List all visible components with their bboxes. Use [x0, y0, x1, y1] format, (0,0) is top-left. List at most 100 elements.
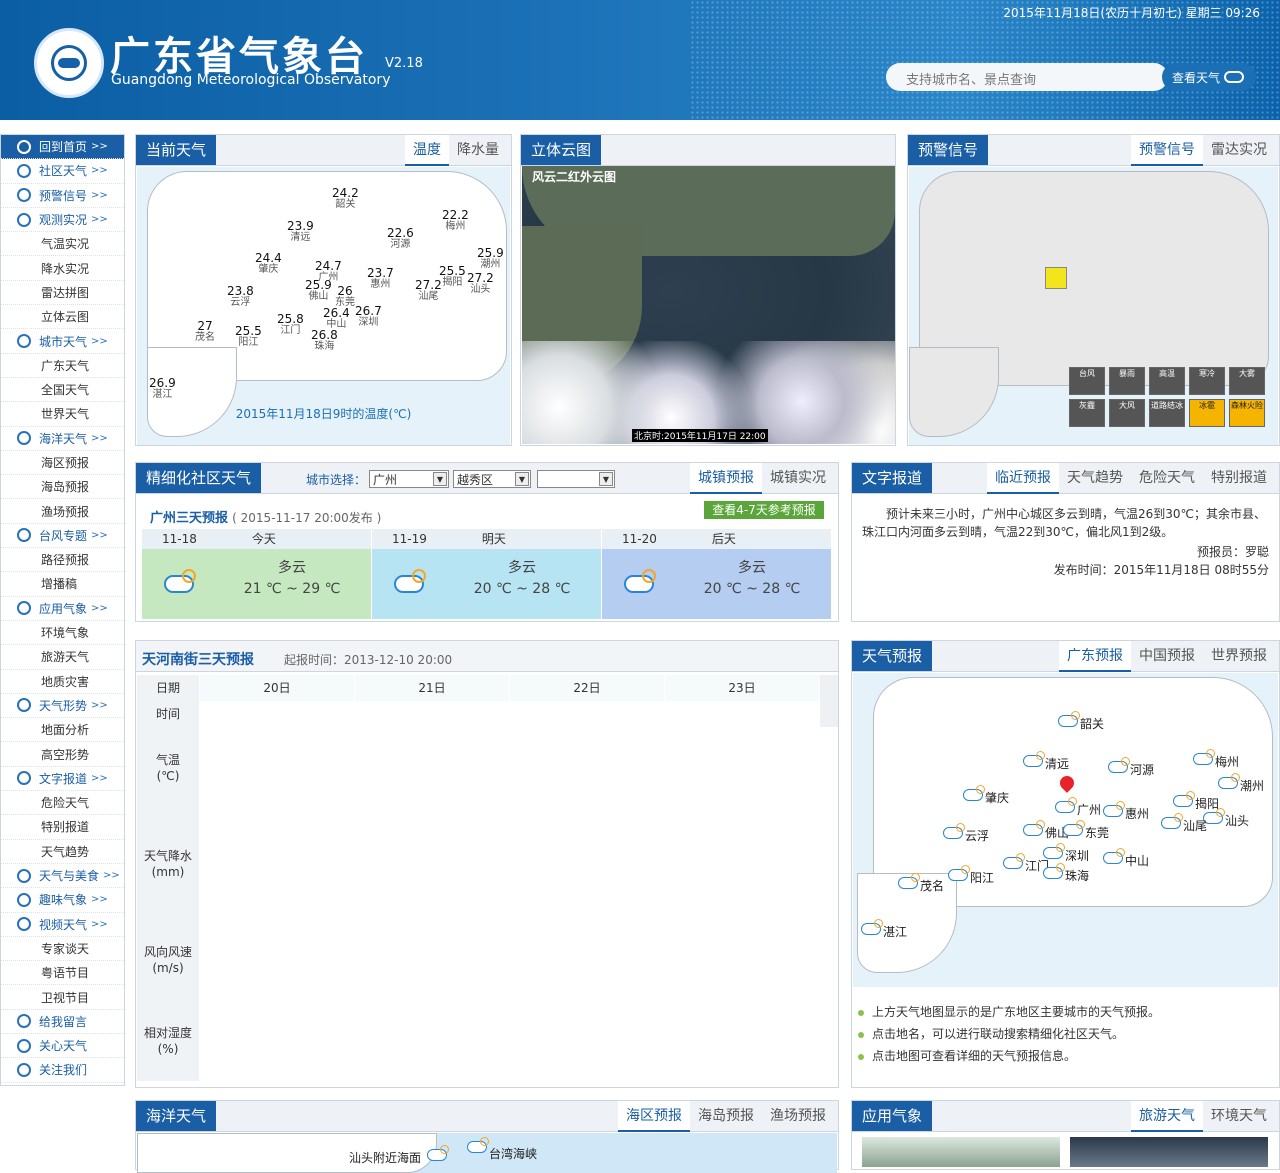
ocean-map[interactable]: 汕头附近海面 台湾海峡 — [137, 1133, 837, 1173]
district-select[interactable]: 越秀区 ▼ — [453, 470, 531, 488]
tab[interactable]: 环境天气 — [1203, 1101, 1275, 1132]
sidebar-item[interactable]: 海岛预报 — [1, 475, 124, 500]
warning-signal-icon[interactable]: 灰霾 — [1069, 399, 1105, 427]
search-input[interactable]: 支持城市名、景点查询 — [886, 63, 1168, 91]
observatory-logo-icon[interactable] — [34, 28, 104, 98]
city-label[interactable]: 云浮 — [965, 827, 989, 844]
sidebar-item[interactable]: 观测实况 >> — [1, 208, 124, 233]
sidebar-item[interactable]: 降水实况 — [1, 256, 124, 281]
province-forecast-map[interactable]: 韶关 清远 河源 梅州 潮州 肇庆 广州 惠州 揭阳 汕头 汕尾 云浮 佛山 东莞 中山 深圳 江门 珠海 茂名 阳江… — [853, 673, 1278, 987]
tab[interactable]: 特别报道 — [1203, 463, 1275, 494]
city-label[interactable]: 东莞 — [1085, 824, 1109, 841]
sidebar-item[interactable]: 全国天气 — [1, 378, 124, 403]
sidebar-item[interactable]: 专家谈天 — [1, 937, 124, 962]
city-label[interactable]: 潮州 — [1240, 777, 1264, 794]
tab[interactable]: 降水量 — [449, 135, 507, 166]
tab[interactable]: 雷达实况 — [1203, 135, 1275, 166]
station-reading[interactable]: 25.9 佛山 — [305, 279, 332, 303]
city-label[interactable]: 梅州 — [1215, 753, 1239, 770]
city-label[interactable]: 茂名 — [920, 877, 944, 894]
sidebar-item[interactable]: 天气形势 >> — [1, 694, 124, 719]
tab[interactable]: 海区预报 — [618, 1101, 690, 1132]
sidebar-item[interactable]: 地质灾害 — [1, 670, 124, 694]
sidebar-item[interactable]: 应用气象 >> — [1, 597, 124, 621]
city-label[interactable]: 韶关 — [1080, 715, 1104, 732]
station-reading[interactable]: 24.2 韶关 — [332, 187, 359, 211]
warning-signal-icon[interactable]: 暴雨 — [1109, 367, 1145, 395]
sidebar-item[interactable]: 海洋天气 >> — [1, 427, 124, 451]
sidebar-item[interactable]: 预警信号 >> — [1, 184, 124, 208]
tab[interactable]: 渔场预报 — [762, 1101, 834, 1132]
warning-signal-icon[interactable]: 大风 — [1109, 399, 1145, 427]
station-reading[interactable]: 26.9 湛江 — [149, 377, 176, 401]
sidebar-item[interactable]: 旅游天气 — [1, 645, 124, 670]
tab[interactable]: 天气趋势 — [1059, 463, 1131, 494]
tab[interactable]: 广东预报 — [1059, 641, 1131, 672]
tab[interactable]: 海岛预报 — [690, 1101, 762, 1132]
sidebar-item[interactable]: 地面分析 — [1, 718, 124, 743]
sidebar-item[interactable]: 文字报道 >> — [1, 767, 124, 792]
city-label[interactable]: 广州 — [1077, 801, 1101, 818]
sidebar-item[interactable]: 危险天气 — [1, 791, 124, 816]
table-scroll-area[interactable] — [820, 675, 838, 727]
city-label[interactable]: 汕头 — [1225, 812, 1249, 829]
station-reading[interactable]: 25.5 揭阳 — [439, 265, 466, 289]
more-forecast-button[interactable]: 查看4-7天参考预报 — [704, 501, 824, 519]
warning-signal-icon[interactable]: 大雾 — [1229, 367, 1265, 395]
station-reading[interactable]: 25.5 阳江 — [235, 325, 262, 349]
tab[interactable]: 城镇实况 — [762, 463, 834, 494]
station-reading[interactable]: 23.8 云浮 — [227, 285, 254, 309]
city-label[interactable]: 阳江 — [970, 869, 994, 886]
sidebar-item[interactable]: 社区天气 >> — [1, 159, 124, 184]
sidebar-item[interactable]: 海区预报 — [1, 451, 124, 476]
forecast-day[interactable]: 11-19 明天 多云 20 ℃ ~ 28 ℃ — [372, 529, 601, 619]
warning-signal-icon[interactable]: 台风 — [1069, 367, 1105, 395]
sidebar-item[interactable]: 给我留言 — [1, 1010, 124, 1034]
city-label[interactable]: 肇庆 — [985, 789, 1009, 806]
station-reading[interactable]: 24.4 肇庆 — [255, 252, 282, 276]
temperature-map[interactable]: 24.2 韶关 23.9 清远 22.6 河源 22.2 梅州 25.9 潮州 24.4 肇庆 24.7… — [137, 167, 510, 445]
sidebar-item[interactable]: 视频天气 >> — [1, 913, 124, 937]
sidebar-item[interactable]: 城市天气 >> — [1, 329, 124, 354]
sidebar-item[interactable]: 天气与美食 >> — [1, 864, 124, 889]
forecast-day[interactable]: 11-20 后天 多云 20 ℃ ~ 28 ℃ — [602, 529, 831, 619]
sidebar-item[interactable]: 广东天气 — [1, 354, 124, 378]
forecast-day[interactable]: 11-18 今天 多云 21 ℃ ~ 29 ℃ — [142, 529, 371, 619]
city-label[interactable]: 汕尾 — [1183, 817, 1207, 834]
sidebar-item[interactable]: 天气趋势 — [1, 840, 124, 864]
station-reading[interactable]: 22.2 梅州 — [442, 209, 469, 233]
sidebar-item[interactable]: 关注我们 — [1, 1058, 124, 1083]
environment-photo[interactable] — [1070, 1137, 1268, 1167]
station-reading[interactable]: 22.6 河源 — [387, 227, 414, 251]
warning-signal-icon[interactable]: 森林火险 — [1229, 399, 1265, 427]
sidebar-item[interactable]: 关心天气 — [1, 1034, 124, 1059]
station-reading[interactable]: 23.7 惠州 — [367, 267, 394, 291]
tab[interactable]: 世界预报 — [1203, 641, 1275, 672]
city-label[interactable]: 清远 — [1045, 755, 1069, 772]
sidebar-item[interactable]: 雷达拼图 — [1, 281, 124, 306]
sidebar-item[interactable]: 趣味气象 >> — [1, 888, 124, 913]
tab[interactable]: 城镇预报 — [690, 463, 762, 494]
street-select[interactable]: ▼ — [537, 470, 615, 488]
station-reading[interactable]: 26.8 珠海 — [311, 329, 338, 353]
sidebar-item[interactable]: 世界天气 — [1, 402, 124, 427]
station-reading[interactable]: 27.2 汕头 — [467, 272, 494, 296]
warning-signal-icon[interactable]: 道路结冰 — [1149, 399, 1185, 427]
station-reading[interactable]: 25.9 潮州 — [477, 247, 504, 271]
search-button[interactable]: 查看天气 — [1162, 63, 1256, 91]
sidebar-item[interactable]: 气温实况 — [1, 232, 124, 257]
station-reading[interactable]: 26.7 深圳 — [355, 305, 382, 329]
station-reading[interactable]: 23.9 清远 — [287, 220, 314, 244]
sidebar-item[interactable]: 特别报道 — [1, 815, 124, 840]
tab[interactable]: 中国预报 — [1131, 641, 1203, 672]
travel-photo[interactable] — [862, 1137, 1060, 1167]
warning-map[interactable]: 台风 暴雨 高温 寒冷 大雾 灰霾 大风 道路结冰 冰雹 森林火险 — [909, 167, 1278, 445]
sidebar-item[interactable]: 卫视节目 — [1, 985, 124, 1010]
sidebar-item[interactable]: 立体云图 — [1, 305, 124, 330]
sidebar-item[interactable]: 路径预报 — [1, 548, 124, 573]
station-reading[interactable]: 27.2 汕尾 — [415, 279, 442, 303]
warning-signal-icon[interactable]: 高温 — [1149, 367, 1185, 395]
sidebar-item[interactable]: 回到首页 >> — [1, 135, 124, 160]
city-select[interactable]: 广州 ▼ — [369, 470, 449, 488]
tab[interactable]: 旅游天气 — [1131, 1101, 1203, 1132]
